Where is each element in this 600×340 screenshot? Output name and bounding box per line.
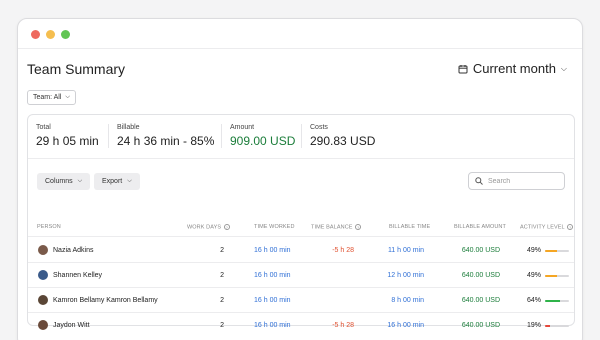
- team-filter-label: Team: All: [33, 94, 62, 101]
- chevron-down-icon: ⌵: [65, 94, 70, 100]
- time-worked-value[interactable]: 16 h 00 min: [254, 322, 291, 329]
- time-worked-value[interactable]: 16 h 00 min: [254, 272, 291, 279]
- stat-value: 24 h 36 min - 85%: [117, 134, 215, 148]
- stat-costs: Costs 290.83 USD: [301, 124, 401, 148]
- chevron-down-icon: ⌵: [127, 178, 132, 184]
- person-name[interactable]: Jaydon Witt: [53, 322, 90, 329]
- avatar: [38, 320, 48, 330]
- stat-value: 909.00 USD: [230, 134, 296, 148]
- avatar: [38, 245, 48, 255]
- stats-bar: Total 29 h 05 min Billable 24 h 36 min -…: [28, 115, 574, 159]
- stat-total: Total 29 h 05 min: [28, 124, 108, 148]
- chevron-down-icon: ⌵: [560, 63, 567, 73]
- col-activity-level-label: ACTIVITY LEVEL: [520, 224, 565, 231]
- calendar-icon: [458, 64, 468, 73]
- stat-value: 290.83 USD: [310, 134, 376, 148]
- time-worked-value[interactable]: 16 h 00 min: [254, 297, 291, 304]
- col-activity-level[interactable]: ACTIVITY LEVEL ?: [520, 224, 574, 231]
- app-window: Team Summary Current month ⌵ Team: All ⌵…: [17, 18, 583, 340]
- export-label: Export: [102, 178, 123, 185]
- activity-percent: 64%: [527, 297, 542, 304]
- billable-amount-value: 640.00 USD: [461, 247, 500, 254]
- activity-bar: [545, 275, 569, 277]
- page-title: Team Summary: [27, 61, 126, 77]
- search-input[interactable]: [488, 177, 558, 185]
- col-work-days[interactable]: WORK DAYS ?: [187, 224, 230, 230]
- info-icon[interactable]: ?: [355, 224, 362, 230]
- avatar: [38, 270, 48, 280]
- col-time-balance-label: TIME BALANCE: [311, 224, 353, 231]
- billable-amount-value: 640.00 USD: [461, 272, 500, 279]
- col-person[interactable]: PERSON: [37, 224, 61, 230]
- info-icon[interactable]: ?: [567, 224, 574, 230]
- person-name[interactable]: Nazia Adkins: [53, 247, 93, 254]
- stat-label: Total: [36, 124, 51, 131]
- activity-percent: 19%: [527, 322, 542, 329]
- title-bar: [18, 19, 582, 49]
- info-icon[interactable]: ?: [223, 224, 230, 230]
- col-time-worked[interactable]: TIME WORKED: [254, 224, 295, 230]
- stat-label: Costs: [310, 124, 328, 131]
- avatar: [38, 295, 48, 305]
- columns-label: Columns: [45, 178, 73, 185]
- col-billable-amount[interactable]: BILLABLE AMOUNT: [454, 224, 506, 230]
- stat-label: Billable: [117, 124, 140, 131]
- billable-amount-value: 640.00 USD: [461, 322, 500, 329]
- search-box[interactable]: [468, 172, 565, 190]
- billable-time-value[interactable]: 8 h 00 min: [391, 297, 424, 304]
- person-name[interactable]: Shannen Kelley: [53, 272, 102, 279]
- time-balance-value: -5 h 28: [332, 322, 354, 329]
- stat-amount: Amount 909.00 USD: [221, 124, 301, 148]
- work-days-value: 2: [220, 322, 224, 329]
- billable-time-value[interactable]: 12 h 00 min: [387, 272, 424, 279]
- stat-billable: Billable 24 h 36 min - 85%: [108, 124, 221, 148]
- activity-bar: [545, 300, 569, 302]
- summary-panel: Total 29 h 05 min Billable 24 h 36 min -…: [27, 114, 575, 330]
- col-billable-time[interactable]: BILLABLE TIME: [389, 224, 430, 230]
- activity-bar-fill: [545, 300, 561, 302]
- activity-bar-fill: [545, 250, 557, 252]
- billable-amount-value: 640.00 USD: [461, 297, 500, 304]
- minimize-window-button[interactable]: [46, 30, 55, 39]
- billable-time-value[interactable]: 16 h 00 min: [387, 322, 424, 329]
- team-filter-dropdown[interactable]: Team: All ⌵: [27, 90, 76, 105]
- col-time-balance[interactable]: TIME BALANCE ?: [311, 224, 362, 231]
- close-window-button[interactable]: [31, 30, 40, 39]
- search-icon: [475, 177, 483, 185]
- work-days-value: 2: [220, 272, 224, 279]
- maximize-window-button[interactable]: [61, 30, 70, 39]
- activity-percent: 49%: [527, 272, 542, 279]
- person-name[interactable]: Kamron Bellamy Kamron Bellamy: [53, 297, 158, 304]
- columns-button[interactable]: Columns ⌵: [37, 173, 91, 190]
- work-days-value: 2: [220, 247, 224, 254]
- time-worked-value[interactable]: 16 h 00 min: [254, 247, 291, 254]
- period-label: Current month: [472, 61, 556, 76]
- period-selector[interactable]: Current month ⌵: [458, 61, 567, 76]
- activity-bar: [545, 325, 569, 327]
- col-work-days-label: WORK DAYS: [187, 224, 222, 231]
- export-button[interactable]: Export ⌵: [94, 173, 140, 190]
- billable-time-value[interactable]: 11 h 00 min: [388, 247, 424, 254]
- table-row[interactable]: Jaydon Witt 2 16 h 00 min -5 h 28 16 h 0…: [28, 313, 574, 338]
- stat-label: Amount: [230, 124, 255, 131]
- table-row[interactable]: Shannen Kelley 2 16 h 00 min 12 h 00 min…: [28, 263, 574, 288]
- activity-bar-fill: [545, 275, 557, 277]
- chevron-down-icon: ⌵: [77, 178, 83, 184]
- activity-bar: [545, 250, 569, 252]
- activity-percent: 49%: [527, 247, 542, 254]
- table-row[interactable]: Nazia Adkins 2 16 h 00 min -5 h 28 11 h …: [28, 238, 574, 263]
- time-balance-value: -5 h 28: [332, 247, 354, 254]
- table-header: PERSON WORK DAYS ? TIME WORKED TIME BALA…: [28, 217, 574, 237]
- work-days-value: 2: [220, 297, 224, 304]
- activity-bar-fill: [545, 325, 550, 327]
- table-row[interactable]: Kamron Bellamy Kamron Bellamy 2 16 h 00 …: [28, 288, 574, 313]
- stat-value: 29 h 05 min: [36, 134, 99, 148]
